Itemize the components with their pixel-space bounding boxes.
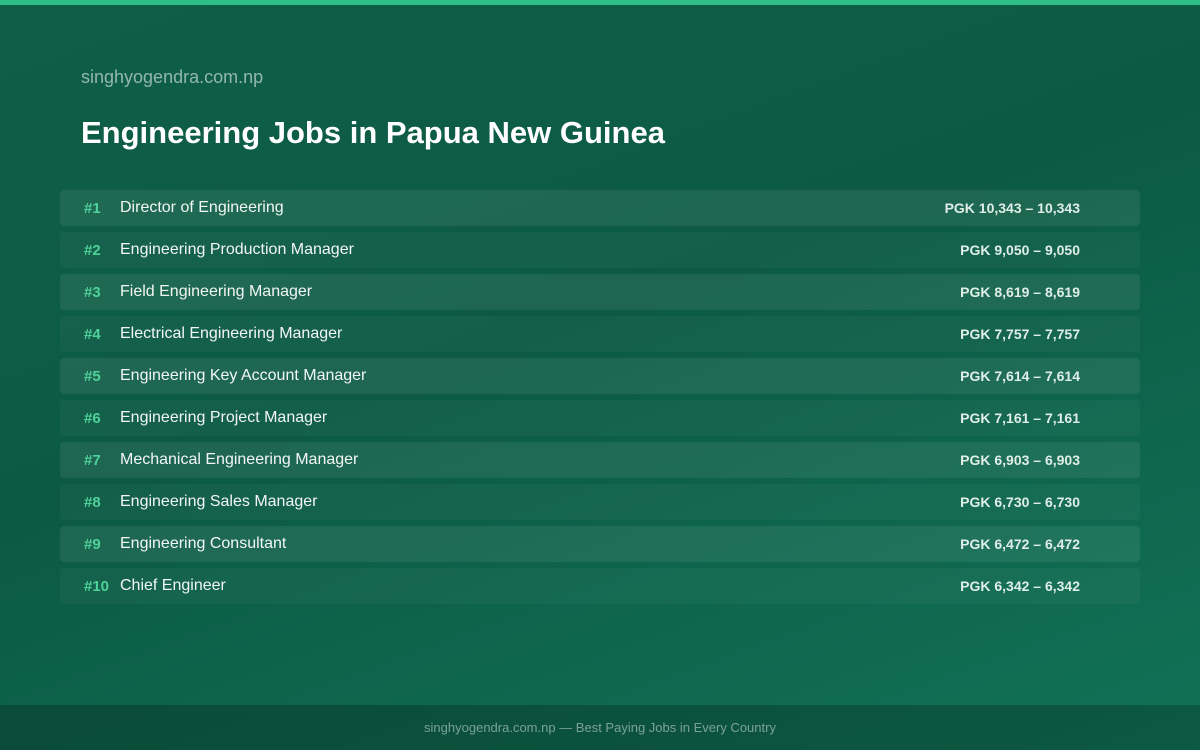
job-rank: #7	[84, 451, 101, 469]
footer: singhyogendra.com.np — Best Paying Jobs …	[0, 705, 1200, 750]
job-row: #9 Engineering Consultant PGK 6,472 – 6,…	[60, 526, 1140, 562]
job-title: Engineering Key Account Manager	[120, 367, 367, 384]
job-row: #10 Chief Engineer PGK 6,342 – 6,342	[60, 568, 1140, 604]
job-title: Mechanical Engineering Manager	[120, 451, 359, 468]
top-accent-bar	[0, 0, 1200, 5]
job-rank: #1	[84, 199, 101, 217]
job-salary: PGK 6,342 – 6,342	[960, 578, 1080, 594]
job-rank: #5	[84, 367, 101, 385]
job-rank: #3	[84, 283, 101, 301]
job-salary: PGK 9,050 – 9,050	[960, 242, 1080, 258]
job-title: Engineering Production Manager	[120, 241, 354, 258]
job-title: Chief Engineer	[120, 577, 226, 594]
job-salary: PGK 7,161 – 7,161	[960, 410, 1080, 426]
job-row: #8 Engineering Sales Manager PGK 6,730 –…	[60, 484, 1140, 520]
job-rank: #6	[84, 409, 101, 427]
job-salary: PGK 8,619 – 8,619	[960, 284, 1080, 300]
job-rank: #8	[84, 493, 101, 511]
page-title: Engineering Jobs in Papua New Guinea	[81, 115, 665, 150]
job-salary: PGK 7,614 – 7,614	[960, 368, 1080, 384]
job-list: #1 Director of Engineering PGK 10,343 – …	[60, 190, 1140, 610]
job-salary: PGK 6,472 – 6,472	[960, 536, 1080, 552]
job-row: #7 Mechanical Engineering Manager PGK 6,…	[60, 442, 1140, 478]
job-row: #2 Engineering Production Manager PGK 9,…	[60, 232, 1140, 268]
job-row: #4 Electrical Engineering Manager PGK 7,…	[60, 316, 1140, 352]
job-row: #5 Engineering Key Account Manager PGK 7…	[60, 358, 1140, 394]
job-salary: PGK 10,343 – 10,343	[944, 200, 1080, 216]
job-title: Engineering Consultant	[120, 535, 287, 552]
footer-text: singhyogendra.com.np — Best Paying Jobs …	[424, 720, 776, 735]
job-row: #3 Field Engineering Manager PGK 8,619 –…	[60, 274, 1140, 310]
job-title: Engineering Sales Manager	[120, 493, 318, 510]
job-rank: #10	[84, 577, 110, 595]
job-title: Field Engineering Manager	[120, 283, 313, 300]
job-row: #1 Director of Engineering PGK 10,343 – …	[60, 190, 1140, 226]
job-title: Director of Engineering	[120, 199, 284, 216]
job-row: #6 Engineering Project Manager PGK 7,161…	[60, 400, 1140, 436]
site-name: singhyogendra.com.np	[81, 67, 264, 87]
job-rank: #4	[84, 325, 101, 343]
job-rank: #9	[84, 535, 101, 553]
job-title: Engineering Project Manager	[120, 409, 328, 426]
job-salary: PGK 6,730 – 6,730	[960, 494, 1080, 510]
job-salary: PGK 6,903 – 6,903	[960, 452, 1080, 468]
job-salary: PGK 7,757 – 7,757	[960, 326, 1080, 342]
job-title: Electrical Engineering Manager	[120, 325, 343, 342]
job-rank: #2	[84, 241, 101, 259]
